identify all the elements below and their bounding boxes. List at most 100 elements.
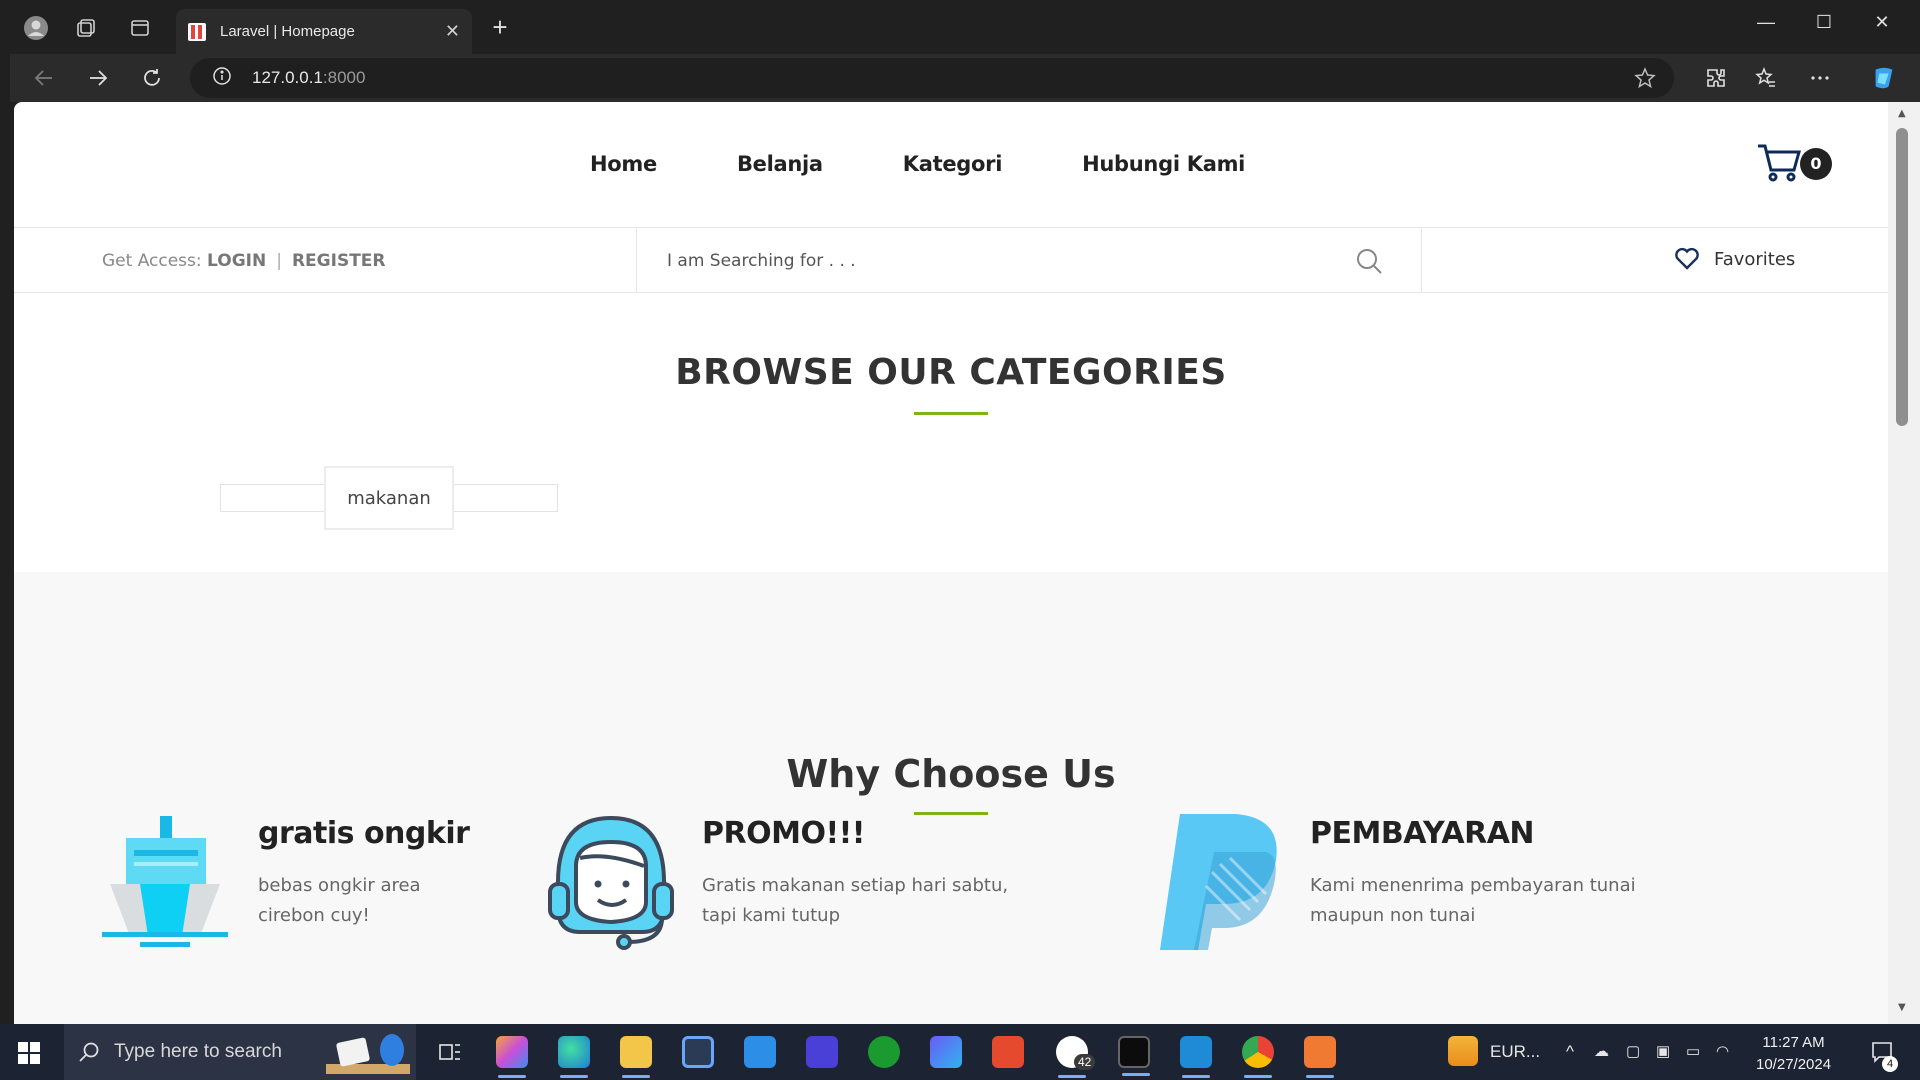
page-viewport: Home Belanja Kategori Hubungi Kami 0 Get… <box>14 102 1888 1024</box>
feature-title: gratis ongkir <box>258 816 470 851</box>
menu-kategori[interactable]: Kategori <box>903 152 1003 176</box>
taskbar-search-placeholder: Type here to search <box>114 1041 282 1062</box>
taskbar-search[interactable]: Type here to search <box>64 1024 416 1080</box>
mail-icon[interactable] <box>744 1036 776 1068</box>
browser-toolbar: 127.0.0.1:8000 <box>10 54 1920 102</box>
scroll-up-icon[interactable]: ▲ <box>1898 108 1906 119</box>
whatsapp-badge: 42 <box>1074 1054 1096 1070</box>
cart-count-badge: 0 <box>1800 148 1832 180</box>
forward-icon[interactable] <box>84 64 112 92</box>
chrome-icon[interactable] <box>1242 1036 1274 1078</box>
onedrive-icon[interactable]: ☁ <box>1594 1042 1609 1060</box>
feature-title: PEMBAYARAN <box>1310 816 1535 851</box>
support-agent-icon <box>546 812 676 957</box>
battery-icon[interactable]: ▭ <box>1686 1042 1700 1060</box>
categories-title: BROWSE OUR CATEGORIES <box>675 352 1227 393</box>
maximize-icon[interactable]: ☐ <box>1804 12 1844 40</box>
xbox-icon[interactable] <box>868 1036 900 1068</box>
sub-header-bar: Get Access: LOGIN | REGISTER Favorites <box>14 229 1888 293</box>
scroll-thumb[interactable] <box>1896 128 1908 426</box>
microsoft-store-icon[interactable] <box>682 1036 714 1068</box>
vector-app-icon[interactable] <box>806 1036 838 1068</box>
windows-start-icon[interactable] <box>18 1042 40 1068</box>
menu-hubungi-kami[interactable]: Hubungi Kami <box>1082 152 1245 176</box>
laravel-favicon-icon <box>188 22 206 41</box>
clipchamp-icon[interactable] <box>930 1036 962 1068</box>
close-window-icon[interactable]: ✕ <box>1862 12 1902 40</box>
profile-icon[interactable] <box>22 14 50 42</box>
cart-icon[interactable] <box>1756 142 1802 182</box>
access-links: Get Access: LOGIN | REGISTER <box>102 251 386 271</box>
browser-tab[interactable]: Laravel | Homepage ✕ <box>176 9 472 54</box>
wps-office-icon[interactable] <box>992 1036 1024 1068</box>
back-icon[interactable] <box>30 64 58 92</box>
categories-title-underline <box>914 412 988 415</box>
paypal-icon <box>1154 812 1284 957</box>
copilot-icon[interactable] <box>1870 64 1898 92</box>
favorite-star-icon[interactable] <box>1634 67 1656 93</box>
minimize-icon[interactable]: — <box>1746 12 1786 40</box>
feature-description: Gratis makanan setiap hari sabtu, tapi ka… <box>702 875 1009 926</box>
workspaces-icon[interactable] <box>72 14 100 42</box>
feature-description: bebas ongkir area cirebon cuy! <box>258 875 421 926</box>
tab-close-icon[interactable]: ✕ <box>445 21 460 42</box>
feature-description: Kami menenrima pembayaran tunai maupun no… <box>1310 875 1636 926</box>
site-header: Home Belanja Kategori Hubungi Kami 0 <box>14 102 1888 228</box>
feature-title: PROMO!!! <box>702 816 866 851</box>
menu-home[interactable]: Home <box>590 152 657 176</box>
clock-time: 11:27 AM <box>1762 1034 1825 1051</box>
access-separator: | <box>276 251 282 271</box>
site-info-icon[interactable] <box>212 66 232 90</box>
chevron-up-icon[interactable]: ^ <box>1566 1042 1574 1062</box>
register-link[interactable]: REGISTER <box>292 251 386 271</box>
category-item[interactable]: makanan <box>324 466 454 530</box>
feature-gratis-ongkir: gratis ongkir bebas ongkir area cirebon c… <box>258 816 470 931</box>
main-menu: Home Belanja Kategori Hubungi Kami <box>590 152 1245 176</box>
browser-titlebar: Laravel | Homepage ✕ + — ☐ ✕ <box>0 0 1920 54</box>
address-bar[interactable]: 127.0.0.1:8000 <box>190 58 1674 98</box>
access-label: Get Access: <box>102 251 202 271</box>
why-title: Why Choose Us <box>786 752 1116 796</box>
why-title-underline <box>914 812 988 815</box>
feature-pembayaran: PEMBAYARAN Kami menenrima pembayaran tun… <box>1310 816 1636 931</box>
file-explorer-icon[interactable] <box>620 1036 652 1078</box>
notification-count-badge: 4 <box>1882 1056 1898 1072</box>
login-link[interactable]: LOGIN <box>207 251 266 271</box>
new-tab-icon[interactable]: + <box>486 14 514 42</box>
search-icon[interactable] <box>1355 247 1385 277</box>
ship-icon <box>100 812 230 957</box>
weather-icon[interactable] <box>1448 1036 1478 1066</box>
heart-icon <box>1675 247 1699 270</box>
favorites-link[interactable]: Favorites <box>1674 247 1795 271</box>
wifi-icon[interactable]: ◠ <box>1716 1042 1729 1060</box>
vertical-tabs-icon[interactable] <box>126 14 154 42</box>
meet-icon[interactable]: ▢ <box>1626 1042 1640 1060</box>
feature-promo: PROMO!!! Gratis makanan setiap hari sabt… <box>702 816 1008 931</box>
search-box <box>636 229 1422 293</box>
extensions-icon[interactable] <box>1702 64 1730 92</box>
url-text: 127.0.0.1:8000 <box>252 68 366 87</box>
search-highlight-icon <box>326 1030 410 1074</box>
reload-icon[interactable] <box>138 64 166 92</box>
page-scrollbar[interactable]: ▲ ▼ <box>1888 102 1920 1024</box>
vscode-icon[interactable] <box>1180 1036 1212 1078</box>
why-choose-us-section: Why Choose Us gratis ongkir bebas ongkir… <box>14 572 1888 1024</box>
taskbar-clock[interactable]: 11:27 AM 10/27/2024 <box>1756 1032 1831 1076</box>
xampp-icon[interactable] <box>1304 1036 1336 1078</box>
more-options-icon[interactable] <box>1806 64 1834 92</box>
copilot-app-icon[interactable] <box>496 1036 528 1078</box>
weather-text[interactable]: EUR... <box>1490 1042 1540 1062</box>
terminal-icon[interactable] <box>1118 1036 1150 1076</box>
task-view-icon[interactable] <box>438 1040 462 1068</box>
favorites-label: Favorites <box>1714 248 1796 270</box>
clock-date: 10/27/2024 <box>1756 1056 1832 1073</box>
scroll-down-icon[interactable]: ▼ <box>1898 1002 1906 1013</box>
search-icon <box>79 1042 99 1062</box>
display-icon[interactable]: ▣ <box>1656 1042 1670 1060</box>
edge-app-icon[interactable] <box>558 1036 590 1078</box>
menu-belanja[interactable]: Belanja <box>737 152 823 176</box>
windows-taskbar: Type here to search 42 EUR... ^ ☁ ▢ ▣ ▭ … <box>0 1024 1920 1080</box>
favorites-bar-icon[interactable] <box>1752 64 1780 92</box>
search-input[interactable] <box>667 243 1347 279</box>
tab-title: Laravel | Homepage <box>220 23 355 40</box>
